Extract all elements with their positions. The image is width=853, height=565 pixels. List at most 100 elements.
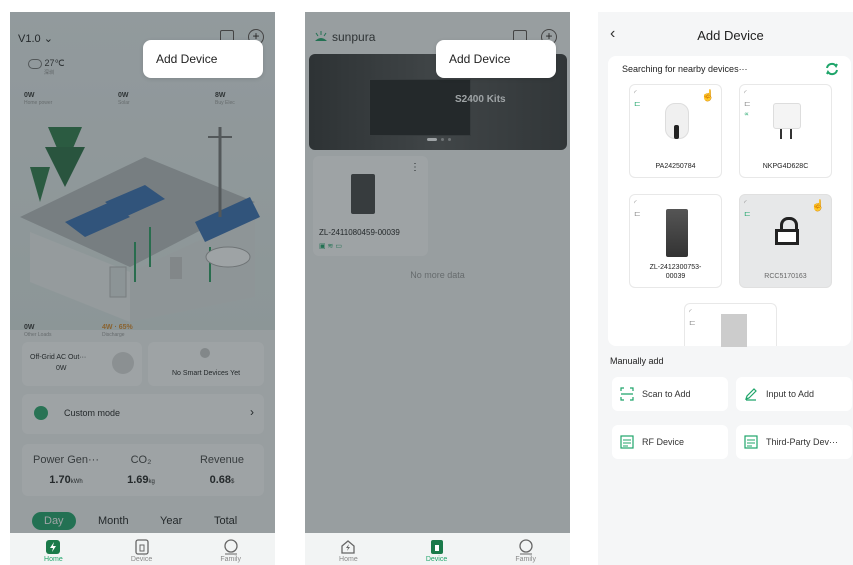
manual-add-title: Manually add	[610, 356, 664, 366]
family-icon	[223, 539, 238, 555]
back-icon[interactable]: ‹	[610, 25, 615, 43]
more-icon[interactable]: ⋮	[410, 162, 420, 173]
share-icon: ∝	[744, 111, 750, 118]
battery-stat: 4W · 65% Discharge	[102, 324, 133, 338]
mode-label: Custom mode	[64, 408, 121, 418]
add-device-screen: ‹ Add Device Searching for nearby device…	[598, 12, 853, 565]
device-item-pa24250784[interactable]: ◜ ⊏ ☝ PA24250784	[629, 84, 722, 178]
signal-icon: ◜	[689, 309, 692, 316]
cloud-icon	[28, 58, 42, 69]
device-item-partial[interactable]: ◜ ⊏	[684, 303, 777, 347]
city-label: 深圳	[44, 70, 55, 76]
version-label: V1.0	[18, 33, 41, 45]
summary-card: Power Gen··· 1.70kWh CO₂ 1.69kg Revenue …	[22, 444, 264, 496]
signal-icon: ◜	[744, 200, 747, 207]
power-toggle-icon[interactable]	[112, 352, 134, 374]
chevron-right-icon: ›	[250, 405, 254, 419]
home-power-stat: 0W Home power	[24, 92, 53, 106]
add-device-popup[interactable]: Add Device	[436, 40, 556, 78]
brand-logo: sunpura	[313, 30, 375, 44]
header: ‹ Add Device	[598, 12, 853, 58]
device-label: RCC5170163	[764, 273, 807, 280]
tab-month[interactable]: Month	[98, 515, 129, 527]
battery-stack-image	[666, 209, 688, 257]
third-party-icon	[744, 435, 758, 449]
no-more-data: No more data	[410, 270, 465, 280]
plug-prongs	[780, 129, 792, 139]
battery-partial-image	[721, 314, 747, 347]
smart-devices-card[interactable]: No Smart Devices Yet	[148, 342, 264, 386]
home-screen: V1.0 ⌄ 27℃ 深圳 0W Home power 0W Solar 8W Buy…	[10, 12, 275, 565]
battery-kit-image	[369, 79, 471, 136]
status-icons: ▣ ≋ ▭	[319, 243, 342, 250]
input-to-add-button[interactable]: Input to Add	[736, 377, 852, 411]
bluetooth-icon: ⊏	[634, 209, 641, 218]
device-icon	[430, 540, 443, 554]
buy-elec-stat: 8W Buy Elec	[215, 92, 235, 106]
rf-device-button[interactable]: RF Device	[612, 425, 728, 459]
device-item-zl-2412300753[interactable]: ◜ ⊏ ZL-2412300753- 00039	[629, 194, 722, 288]
offgrid-value: 0W	[56, 365, 67, 372]
device-label: NKPG4D628C	[762, 163, 809, 170]
nav-device[interactable]: Device	[131, 538, 152, 565]
carousel-dots	[427, 138, 451, 141]
period-tabs: Day Month Year Total	[22, 508, 264, 532]
bottom-nav: Home Device Family	[10, 533, 275, 565]
custom-mode-row[interactable]: Custom mode ›	[22, 394, 264, 434]
refresh-icon[interactable]	[825, 62, 839, 76]
battery-device-image	[351, 174, 375, 214]
device-item-rcc5170163[interactable]: ◜ ⊏ ☝ RCC5170163	[739, 194, 832, 288]
home-icon	[46, 540, 61, 554]
tab-year[interactable]: Year	[160, 515, 182, 527]
nav-family[interactable]: Family	[220, 538, 241, 565]
summary-co2: CO₂ 1.69kg	[127, 454, 155, 486]
bluetooth-icon: ⊏	[689, 318, 696, 327]
plug-icon	[200, 348, 210, 358]
searching-label: Searching for nearby devices···	[622, 64, 748, 74]
third-party-device-button[interactable]: Third-Party Dev···	[736, 425, 852, 459]
nav-family[interactable]: Family	[515, 538, 536, 565]
nav-device[interactable]: Device	[426, 538, 447, 565]
device-card[interactable]: ⋮ ZL-2411080459-00039 ▣ ≋ ▭	[313, 156, 428, 256]
family-icon	[518, 539, 533, 555]
bluetooth-icon: ⊏	[634, 99, 641, 108]
scan-to-add-button[interactable]: Scan to Add	[612, 377, 728, 411]
nav-home[interactable]: Home	[44, 538, 63, 565]
smart-plug-image	[773, 103, 801, 129]
other-loads-stat: 0W Other Loads	[24, 324, 52, 338]
scan-icon	[620, 387, 634, 401]
offgrid-card[interactable]: Off-Grid AC Out··· 0W	[22, 342, 142, 386]
tab-day[interactable]: Day	[32, 512, 76, 530]
summary-power: Power Gen··· 1.70kWh	[32, 454, 100, 486]
tab-total[interactable]: Total	[214, 515, 237, 527]
house-illustration	[20, 127, 260, 322]
add-device-popup[interactable]: Add Device	[143, 40, 263, 78]
device-screen: sunpura S2400 Kits ⋮ ZL-2411080459-00039…	[305, 12, 570, 565]
device-label: ZL-2412300753- 00039	[649, 264, 702, 280]
smart-devices-label: No Smart Devices Yet	[171, 370, 241, 377]
rf-icon	[620, 435, 634, 449]
banner-title: S2400 Kits	[455, 94, 506, 105]
device-icon	[134, 539, 149, 555]
bluetooth-icon: ⊏	[744, 209, 751, 218]
chevron-down-icon: ⌄	[43, 33, 53, 45]
pencil-icon	[745, 388, 757, 401]
lock-icon	[772, 217, 802, 247]
bluetooth-icon: ⊏	[744, 99, 751, 108]
summary-revenue: Revenue 0.68$	[199, 454, 245, 486]
version-selector[interactable]: V1.0 ⌄	[18, 32, 53, 45]
nav-home[interactable]: Home	[339, 538, 358, 565]
page-title: Add Device	[697, 27, 764, 43]
device-name: ZL-2411080459-00039	[319, 228, 400, 237]
offgrid-title: Off-Grid AC Out···	[30, 354, 87, 361]
device-item-nkpg4d628c[interactable]: ◜ ⊏ ∝ NKPG4D628C	[739, 84, 832, 178]
bottom-nav: Home Device Family	[305, 533, 570, 565]
gear-icon	[34, 406, 48, 420]
touch-icon: ☝	[811, 200, 825, 212]
nearby-devices-panel: Searching for nearby devices··· ◜ ⊏ ☝ PA…	[608, 56, 851, 347]
touch-icon: ☝	[701, 90, 715, 102]
sun-logo-icon	[315, 31, 327, 41]
weather-widget: 27℃ 深圳	[28, 58, 65, 76]
charger-cable	[674, 125, 679, 139]
solar-stat: 0W Solar	[118, 92, 130, 106]
